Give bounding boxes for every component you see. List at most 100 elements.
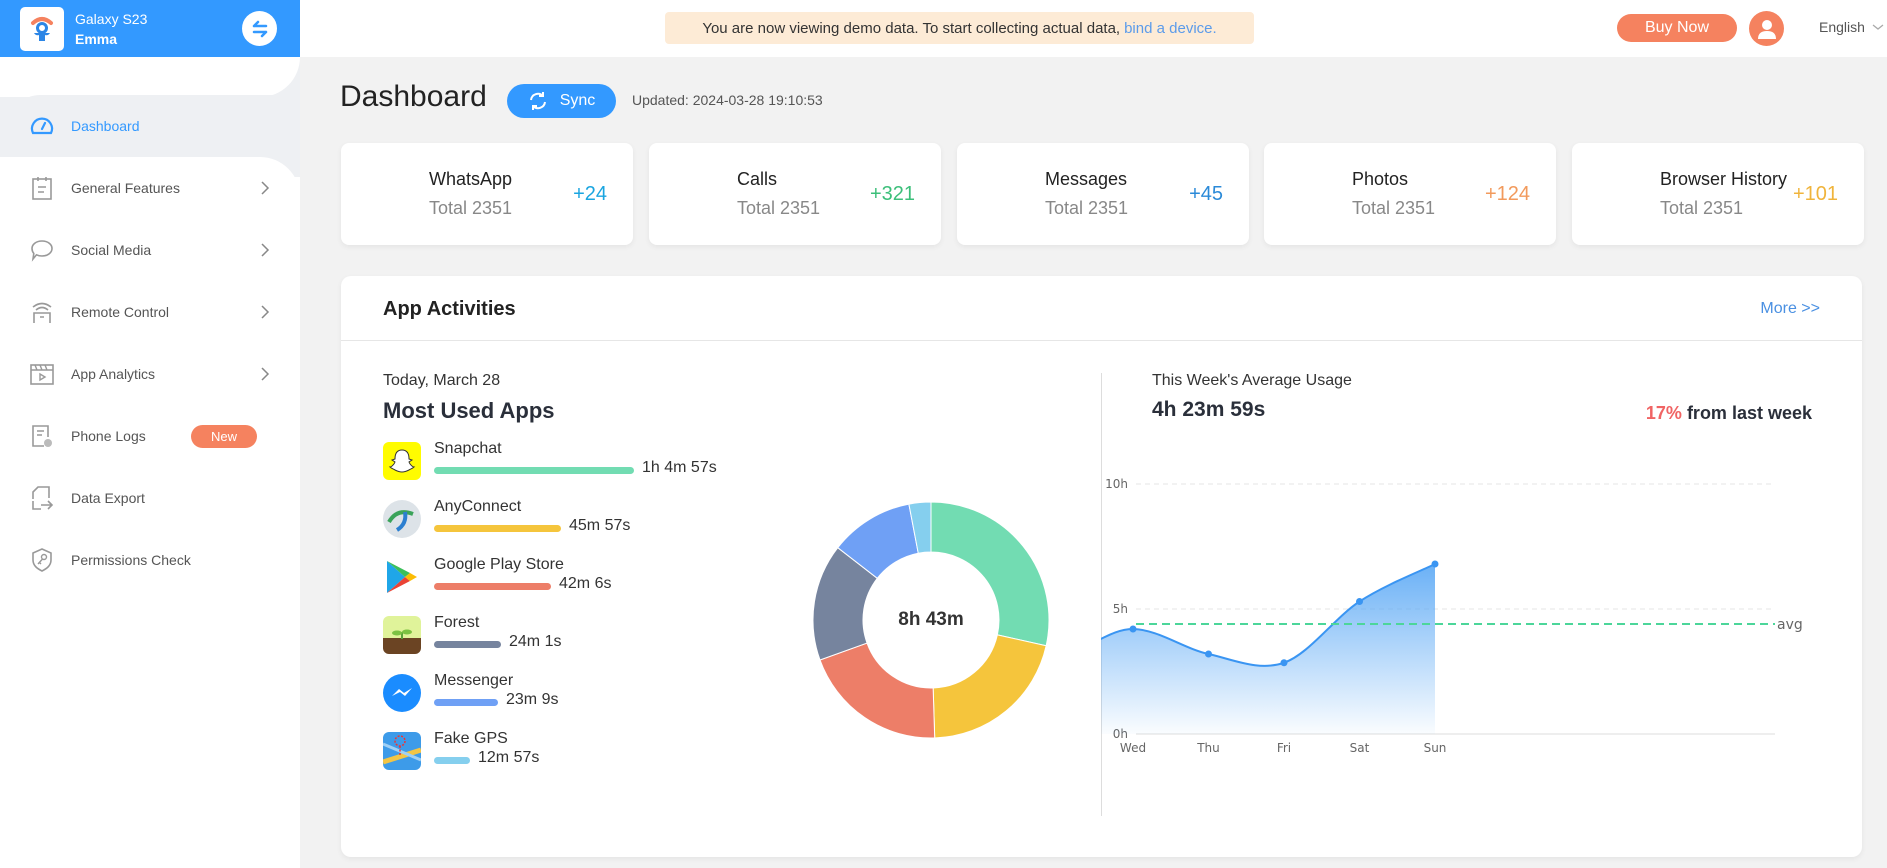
sidebar-item-permissions-check[interactable]: Permissions Check xyxy=(0,529,300,591)
stat-total: Total 2351 xyxy=(1045,198,1129,218)
log-clock-icon xyxy=(30,424,54,448)
stat-card-photos[interactable]: Photos Total 2351 +124 xyxy=(1264,143,1556,245)
app-row-snapchat[interactable]: Snapchat 1h 4m 57s xyxy=(383,440,763,486)
app-time: 42m 6s xyxy=(559,575,612,592)
usage-bar xyxy=(434,583,551,590)
usage-bar xyxy=(434,641,501,648)
stat-delta: +45 xyxy=(1189,183,1223,205)
sidebar-item-remote-control[interactable]: Remote Control xyxy=(0,281,300,343)
sidebar-item-label: Social Media xyxy=(71,242,152,258)
sidebar-item-general-features[interactable]: General Features xyxy=(0,157,300,219)
week-usage-label: This Week's Average Usage xyxy=(1152,372,1352,389)
donut-slice-google-play-store[interactable] xyxy=(819,642,936,739)
language-label: English xyxy=(1819,19,1865,35)
app-activities-panel: App Activities More >> Today, March 28 M… xyxy=(341,276,1862,857)
swap-arrows-icon xyxy=(252,20,267,37)
stat-name: Photos xyxy=(1352,169,1409,189)
device-name: Galaxy S23 xyxy=(75,10,148,27)
stat-card-messages[interactable]: Messages Total 2351 +45 xyxy=(957,143,1249,245)
sidebar-nav: Dashboard General Features Social Media … xyxy=(0,95,300,591)
chevron-down-icon xyxy=(1872,24,1884,30)
data-point-wed[interactable] xyxy=(1129,625,1137,633)
app-name: Forest xyxy=(434,614,480,631)
app-time: 24m 1s xyxy=(509,633,562,650)
sidebar-item-social-media[interactable]: Social Media xyxy=(0,219,300,281)
sync-label: Sync xyxy=(559,92,596,109)
app-name: Messenger xyxy=(434,672,514,689)
sidebar-item-label: App Analytics xyxy=(71,366,156,382)
sidebar-item-dashboard[interactable]: Dashboard xyxy=(10,95,300,157)
app-name: Snapchat xyxy=(434,440,502,457)
more-link[interactable]: More >> xyxy=(1760,300,1820,318)
app-time: 1h 4m 57s xyxy=(642,459,717,476)
y-tick-label: 5h xyxy=(1113,602,1128,616)
app-logo-icon xyxy=(20,6,64,51)
device-header: Galaxy S23 Emma xyxy=(0,0,300,57)
stat-name: Calls xyxy=(737,169,778,189)
forest-icon xyxy=(383,616,421,654)
most-used-title: Most Used Apps xyxy=(383,398,555,423)
stat-name: Browser History xyxy=(1660,169,1788,189)
stat-name: WhatsApp xyxy=(429,169,513,189)
bind-device-link[interactable]: bind a device. xyxy=(1124,20,1217,37)
stat-card-calls[interactable]: Calls Total 2351 +321 xyxy=(649,143,941,245)
x-tick-label: Sat xyxy=(1350,741,1370,755)
shield-key-icon xyxy=(30,548,54,572)
clipboard-icon xyxy=(30,176,54,200)
user-avatar[interactable] xyxy=(1749,11,1784,46)
chevron-right-icon xyxy=(261,305,270,319)
app-name: AnyConnect xyxy=(434,498,522,515)
donut-slice-anyconnect[interactable] xyxy=(932,634,1047,739)
change-text: from last week xyxy=(1681,403,1812,423)
average-label: avg xyxy=(1777,617,1803,633)
user-name: Emma xyxy=(75,30,118,47)
stat-card-whatsapp[interactable]: WhatsApp Total 2351 +24 xyxy=(341,143,633,245)
sidebar-item-data-export[interactable]: Data Export xyxy=(0,467,300,529)
data-point-sat[interactable] xyxy=(1356,598,1363,605)
video-clapper-icon xyxy=(30,362,54,386)
stat-total: Total 2351 xyxy=(1352,198,1436,218)
usage-area xyxy=(1101,564,1435,734)
app-row-anyconnect[interactable]: AnyConnect 45m 57s xyxy=(383,498,763,544)
data-point-fri[interactable] xyxy=(1280,659,1288,667)
sidebar-item-label: General Features xyxy=(71,180,180,196)
chevron-right-icon xyxy=(261,367,270,381)
app-time: 45m 57s xyxy=(569,517,631,534)
sidebar-item-phone-logs[interactable]: Phone Logs New xyxy=(0,405,300,467)
buy-now-button[interactable]: Buy Now xyxy=(1617,14,1737,42)
google-play-icon xyxy=(383,558,421,596)
app-row-messenger[interactable]: Messenger 23m 9s xyxy=(383,672,763,718)
sidebar-item-app-analytics[interactable]: App Analytics xyxy=(0,343,300,405)
language-select[interactable]: English xyxy=(1819,19,1885,35)
app-row-fake-gps[interactable]: Fake GPS 12m 57s xyxy=(383,730,763,776)
stat-delta: +321 xyxy=(869,183,915,205)
app-time: 23m 9s xyxy=(506,691,559,708)
week-change: 17% from last week xyxy=(1646,403,1812,424)
x-tick-label: Fri xyxy=(1277,741,1291,755)
page-title: Dashboard xyxy=(340,80,487,113)
app-row-google-play-store[interactable]: Google Play Store 42m 6s xyxy=(383,556,763,602)
y-tick-label: 10h xyxy=(1105,477,1128,491)
usage-bar xyxy=(434,757,470,764)
switch-device-button[interactable] xyxy=(242,11,277,46)
remote-signal-icon xyxy=(30,300,54,324)
usage-bar xyxy=(434,467,634,474)
x-tick-label: Sun xyxy=(1424,741,1447,755)
stat-total: Total 2351 xyxy=(1660,198,1744,218)
donut-slice-snapchat[interactable] xyxy=(930,501,1050,647)
sync-button[interactable]: Sync xyxy=(507,84,616,118)
chevron-right-icon xyxy=(261,181,270,195)
sidebar-item-label: Remote Control xyxy=(71,304,170,320)
app-name: Google Play Store xyxy=(434,556,564,573)
app-row-forest[interactable]: Forest 24m 1s xyxy=(383,614,763,660)
file-export-icon xyxy=(30,486,54,510)
data-point-thu[interactable] xyxy=(1205,650,1212,658)
sidebar-item-label: Phone Logs xyxy=(71,428,146,444)
data-point-sun[interactable] xyxy=(1431,560,1439,568)
usage-bar xyxy=(434,525,561,532)
usage-bar xyxy=(434,699,498,706)
usage-donut-chart: 8h 43m xyxy=(811,500,1051,740)
stat-card-browser-history[interactable]: Browser History Total 2351 +101 xyxy=(1572,143,1864,245)
change-percent: 17% xyxy=(1645,403,1682,423)
user-icon xyxy=(1757,19,1776,39)
